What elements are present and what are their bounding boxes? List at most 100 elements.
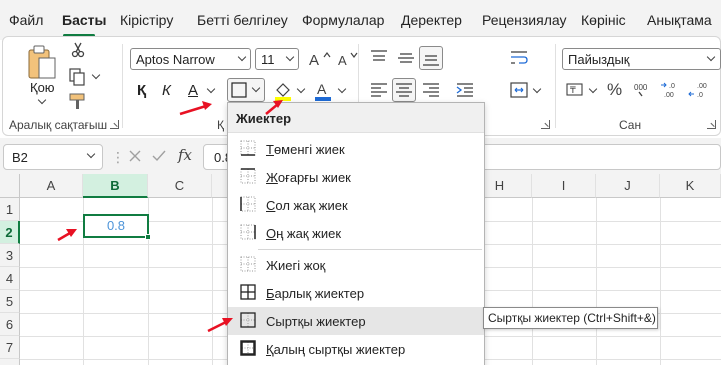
decrease-decimal-icon[interactable]: .00.0 — [688, 80, 710, 102]
menu-item-thick-outside-borders[interactable]: Қалың сыртқы жиектер — [228, 335, 484, 363]
number-group-label: Сан — [619, 118, 642, 132]
row-header[interactable]: 5 — [0, 290, 20, 313]
column-header[interactable]: B — [83, 174, 148, 198]
paste-label: Қою — [30, 80, 55, 95]
border-top-icon — [240, 168, 256, 184]
tab-page-layout[interactable]: Бетті белгілеу — [197, 12, 288, 28]
number-launcher-icon[interactable] — [707, 120, 716, 129]
number-format-value: Пайыздық — [568, 52, 630, 67]
svg-text:.0: .0 — [669, 83, 675, 90]
border-right-icon — [240, 224, 256, 240]
row-header[interactable]: 7 — [0, 336, 20, 359]
svg-text:A: A — [317, 81, 327, 97]
no-border-icon — [240, 256, 256, 272]
clipboard-launcher-icon[interactable] — [110, 120, 119, 129]
fill-color-icon[interactable] — [273, 80, 293, 102]
borders-icon — [231, 82, 247, 98]
column-header[interactable]: A — [20, 174, 83, 198]
increase-font-icon[interactable]: A — [307, 48, 333, 70]
percent-button[interactable]: % — [607, 80, 622, 100]
column-header[interactable]: J — [596, 174, 660, 198]
menu-item-label: Сыртқы жиектер — [266, 314, 366, 329]
clipboard-group-label: Аралық сақтағыш — [9, 118, 108, 132]
formula-bar-dots-icon: ⋮ — [111, 149, 125, 165]
row-header[interactable]: 1 — [0, 198, 20, 221]
tab-home[interactable]: Басты — [62, 12, 106, 28]
row-header[interactable]: 2 — [0, 221, 20, 244]
align-left-icon[interactable] — [369, 80, 389, 100]
active-cell-b2[interactable]: 0.8 — [83, 214, 149, 238]
menu-item-right-border[interactable]: Оң жақ жиек — [228, 219, 484, 247]
fill-color-swatch — [275, 97, 291, 101]
svg-text:₸: ₸ — [570, 86, 576, 96]
merge-center-icon[interactable] — [509, 80, 529, 100]
row-header[interactable]: 3 — [0, 244, 20, 267]
menu-item-label: Барлық жиектер — [266, 286, 365, 301]
row-header[interactable]: 6 — [0, 313, 20, 336]
tab-review[interactable]: Рецензиялау — [482, 12, 567, 28]
menu-item-no-border[interactable]: Жиегі жоқ — [228, 251, 484, 279]
name-box[interactable]: B2 — [3, 144, 103, 170]
menu-item-outside-borders[interactable]: Сыртқы жиектер — [228, 307, 484, 335]
font-name-value: Aptos Narrow — [136, 52, 215, 67]
thick-outside-borders-icon — [240, 340, 256, 356]
menu-item-top-border[interactable]: Жоғарғы жиек — [228, 163, 484, 191]
tab-formulas[interactable]: Формулалар — [302, 12, 384, 28]
column-header[interactable]: C — [148, 174, 212, 198]
cut-icon[interactable] — [70, 42, 86, 58]
cancel-entry-icon[interactable] — [127, 148, 143, 164]
tab-help[interactable]: Анықтама — [647, 12, 712, 28]
border-left-icon — [240, 196, 256, 212]
svg-text:000: 000 — [634, 83, 648, 92]
currency-icon[interactable]: ₸ — [566, 82, 584, 98]
column-header[interactable]: I — [532, 174, 596, 198]
wrap-text-icon[interactable] — [509, 48, 529, 68]
number-format-combo[interactable]: Пайыздық — [562, 48, 721, 70]
font-size-combo[interactable]: 11 — [255, 48, 299, 70]
align-right-icon[interactable] — [421, 80, 441, 100]
group-separator — [555, 44, 556, 128]
menu-header: Жиектер — [228, 103, 484, 133]
svg-text:A: A — [309, 52, 319, 69]
font-name-combo[interactable]: Aptos Narrow — [130, 48, 251, 70]
format-painter-icon[interactable] — [68, 92, 88, 110]
borders-dropdown-menu: Жиектер Төменгі жиек Жоғарғы жиек Сол жа… — [227, 102, 485, 365]
menu-item-all-borders[interactable]: Барлық жиектер — [228, 279, 484, 307]
tab-data[interactable]: Деректер — [401, 12, 462, 28]
font-group-label-partial: Қ — [217, 118, 224, 132]
confirm-entry-icon[interactable] — [151, 148, 167, 164]
align-middle-icon[interactable] — [396, 48, 416, 68]
alignment-launcher-icon[interactable] — [541, 120, 550, 129]
svg-text:A: A — [338, 53, 347, 68]
font-size-value: 11 — [261, 52, 275, 67]
tab-file[interactable]: Файл — [9, 12, 43, 28]
font-color-icon[interactable]: A — [313, 80, 333, 102]
paste-button[interactable] — [26, 44, 60, 82]
bold-button[interactable]: Қ — [137, 82, 146, 99]
increase-decimal-icon[interactable]: .0.00 — [660, 80, 682, 102]
name-box-value: B2 — [12, 150, 28, 165]
tooltip: Сыртқы жиектер (Ctrl+Shift+&) — [483, 307, 658, 329]
comma-style-icon[interactable]: 000 — [633, 80, 653, 100]
copy-icon[interactable] — [68, 68, 86, 86]
fill-handle[interactable] — [145, 234, 151, 240]
insert-function-button[interactable]: fx — [178, 146, 192, 164]
menu-item-label: Төменгі жиек — [266, 142, 345, 157]
select-all-corner[interactable] — [0, 174, 20, 198]
menu-item-bottom-border[interactable]: Төменгі жиек — [228, 135, 484, 163]
tab-insert[interactable]: Кірістіру — [120, 12, 173, 28]
outside-borders-icon — [240, 312, 256, 328]
svg-text:.0: .0 — [697, 92, 703, 99]
row-header[interactable]: 8 — [0, 359, 20, 365]
align-center-icon — [394, 80, 414, 100]
indent-icon[interactable] — [455, 80, 475, 100]
italic-button[interactable]: К — [162, 82, 171, 99]
menu-item-label: Оң жақ жиек — [266, 226, 342, 241]
column-header[interactable]: K — [660, 174, 721, 198]
menu-item-left-border[interactable]: Сол жақ жиек — [228, 191, 484, 219]
tab-view[interactable]: Көрініс — [581, 12, 626, 28]
align-top-icon[interactable] — [369, 48, 389, 68]
row-header[interactable]: 4 — [0, 267, 20, 290]
menu-item-label: Қалың сыртқы жиектер — [266, 342, 406, 357]
underline-button[interactable]: А — [188, 82, 198, 99]
